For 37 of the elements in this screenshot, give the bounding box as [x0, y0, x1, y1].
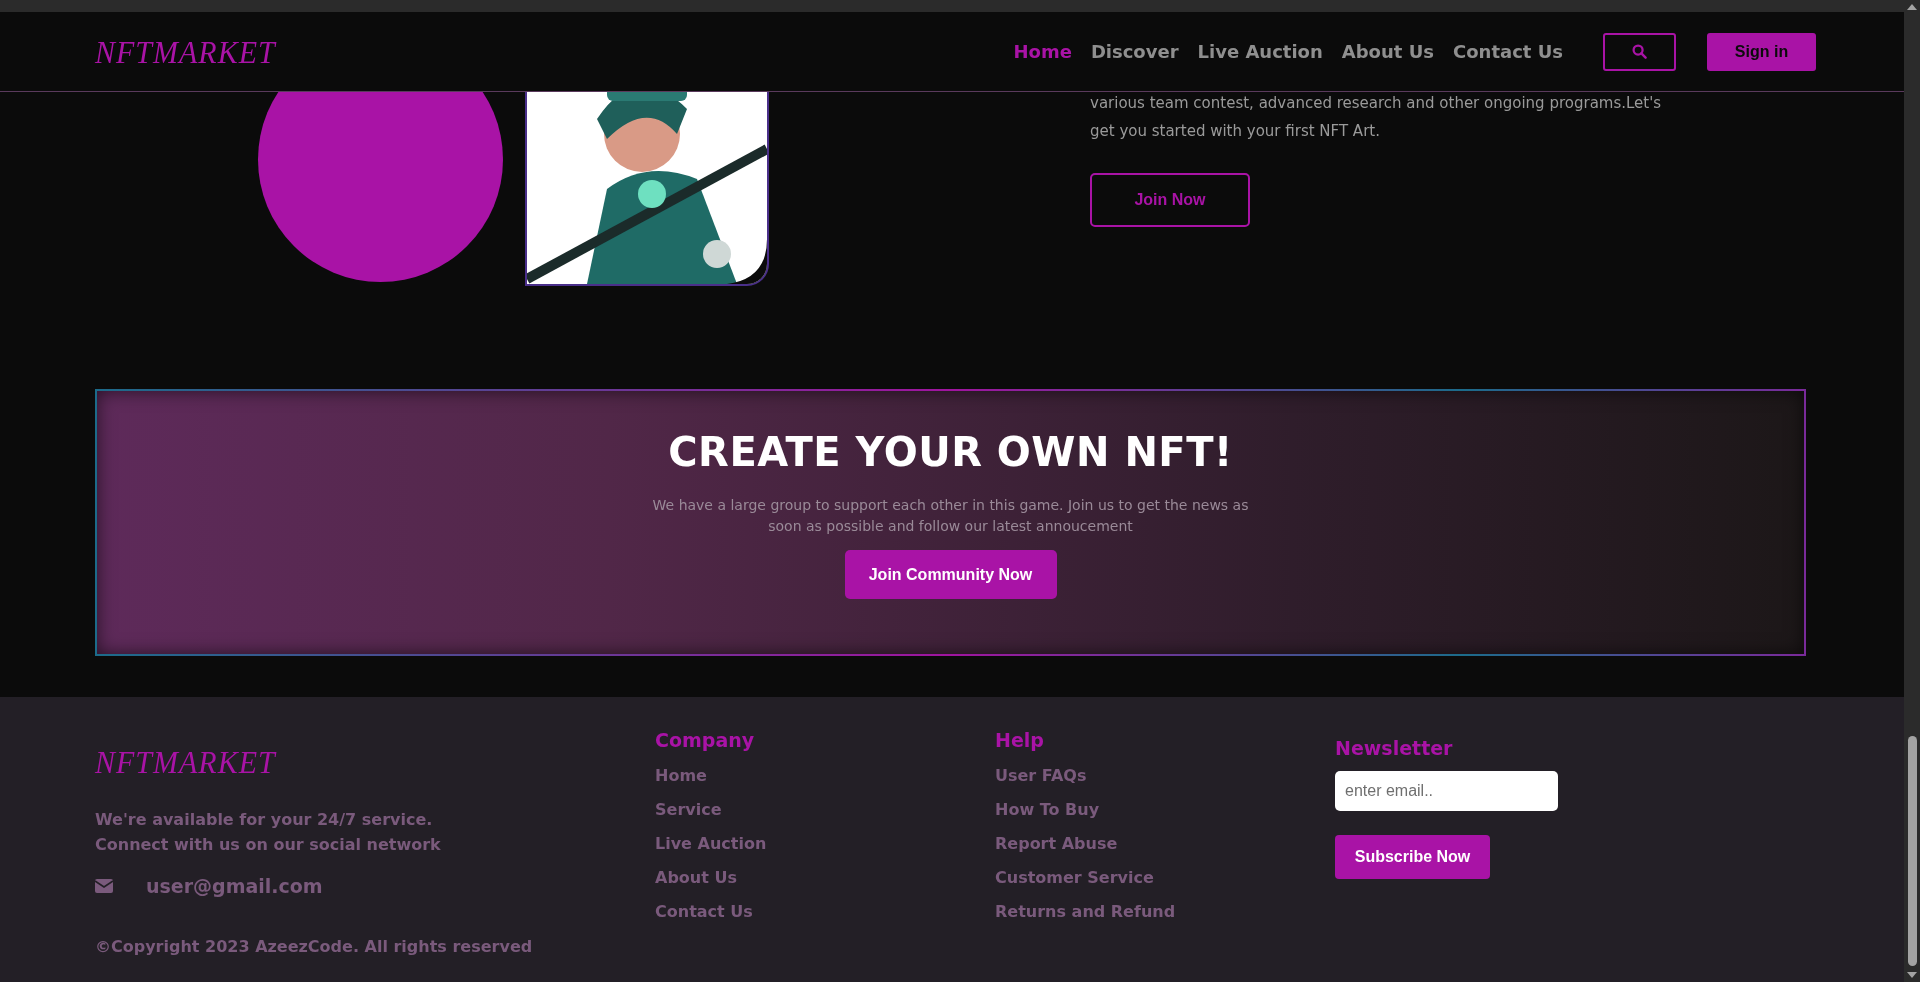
- column-heading: Help: [995, 729, 1044, 751]
- banner-title: CREATE YOUR OWN NFT!: [668, 429, 1233, 475]
- scroll-up-icon[interactable]: [1907, 4, 1917, 10]
- banner-text: We have a large group to support each other in this game. Join us to get the news as soon as possible and follow our latest annoucement: [652, 496, 1249, 536]
- scroll-down-icon[interactable]: [1907, 972, 1917, 978]
- join-community-button[interactable]: Join Community Now: [844, 550, 1057, 599]
- logo[interactable]: NFTMARKET: [95, 744, 276, 780]
- newsletter-heading: Newsletter: [1335, 737, 1453, 759]
- nav-link[interactable]: Contact Us: [1453, 41, 1563, 62]
- search-icon: [1632, 44, 1647, 59]
- footer-link[interactable]: About Us: [655, 861, 737, 895]
- about-text: We're available for your 24/7 service. Connect with us on our social network: [95, 809, 441, 856]
- join-now-button[interactable]: Join Now: [1090, 173, 1250, 227]
- search-button[interactable]: [1603, 32, 1676, 71]
- footer-link[interactable]: Report Abuse: [995, 827, 1118, 861]
- footer-link[interactable]: Service: [655, 793, 722, 827]
- footer-link[interactable]: How To Buy: [995, 793, 1100, 827]
- intro-paragraph: various team contest, advanced research and other ongoing programs.Let's get you started with your first NFT Art.: [1090, 93, 1662, 142]
- email-field[interactable]: enter email..: [1335, 771, 1558, 811]
- scrollbar-thumb[interactable]: [1907, 736, 1917, 966]
- column-heading: Company: [655, 729, 755, 751]
- footer-link[interactable]: Home: [655, 759, 707, 793]
- sign-in-button[interactable]: Sign in: [1707, 32, 1816, 71]
- nav-link[interactable]: Live Auction: [1197, 41, 1323, 62]
- nav-link[interactable]: Home: [1013, 41, 1072, 62]
- email-address: user@gmail.com: [146, 875, 323, 897]
- footer-link[interactable]: User FAQs: [995, 759, 1087, 793]
- copyright-text: ©Copyright 2023 AzeezCode. All rights reserved: [95, 937, 533, 956]
- logo[interactable]: NFTMARKET: [95, 33, 276, 70]
- nav-link[interactable]: About Us: [1341, 41, 1434, 62]
- envelope-icon: [95, 879, 113, 893]
- footer-link[interactable]: Customer Service: [995, 861, 1154, 895]
- nav-link[interactable]: Discover: [1090, 41, 1179, 62]
- footer-link[interactable]: Contact Us: [655, 895, 753, 929]
- footer-link[interactable]: Live Auction: [655, 827, 767, 861]
- footer-link[interactable]: Returns and Refund: [995, 895, 1176, 929]
- subscribe-button[interactable]: Subscribe Now: [1335, 835, 1490, 879]
